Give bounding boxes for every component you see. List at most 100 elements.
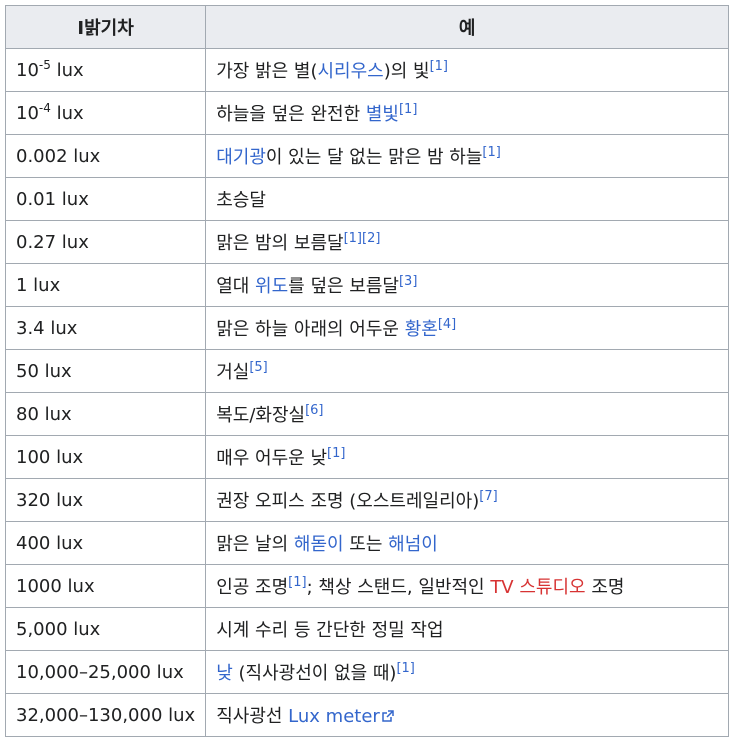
lux-value: 1000 lux (4, 564, 207, 608)
lux-text: 3.4 lux (16, 317, 78, 339)
lux-value: 50 lux (4, 349, 207, 393)
citation-ref: [3] (399, 274, 417, 289)
wiki-link[interactable]: 별빛 (366, 104, 399, 125)
red-link[interactable]: TV 스튜디오 (490, 577, 585, 598)
example-cell: 인공 조명[1]; 책상 스탠드, 일반적인 TV 스튜디오 조명 (205, 564, 729, 608)
citation-ref: [2] (362, 231, 380, 246)
example-cell: 맑은 날의 해돋이 또는 해넘이 (205, 521, 729, 565)
lux-text: 10,000–25,000 lux (16, 661, 184, 683)
example-text: 열대 (216, 276, 256, 297)
example-cell: 가장 밝은 별(시리우스)의 빛[1] (205, 48, 729, 92)
citation-link[interactable]: [1] (327, 446, 345, 461)
lux-text: 400 lux (16, 532, 84, 554)
citation-ref: [1] (396, 661, 414, 676)
example-cell: 시계 수리 등 간단한 정밀 작업 (205, 607, 729, 651)
lux-text: 80 lux (16, 403, 72, 425)
lux-value: 80 lux (4, 392, 207, 436)
table-row: 1 lux 열대 위도를 덮은 보름달[3] (4, 263, 729, 307)
example-cell: 대기광이 있는 달 없는 맑은 밤 하늘[1] (205, 134, 729, 178)
example-cell: 거실[5] (205, 349, 729, 393)
lux-text: 0.27 lux (16, 231, 89, 253)
citation-ref: [1] (288, 575, 306, 590)
lux-unit: lux (50, 102, 84, 124)
example-text: ; 책상 스탠드, 일반적인 (306, 577, 491, 598)
lux-value: 0.01 lux (4, 177, 207, 221)
lux-value: 400 lux (4, 521, 207, 565)
wiki-link[interactable]: 시리우스 (317, 61, 383, 82)
example-cell: 권장 오피스 조명 (오스트레일리아)[7] (205, 478, 729, 522)
table-row: 10-5 lux 가장 밝은 별(시리우스)의 빛[1] (4, 48, 729, 92)
example-text: 또는 (343, 534, 389, 555)
wiki-link[interactable]: 황혼 (405, 319, 438, 340)
table-row: 0.002 lux 대기광이 있는 달 없는 맑은 밤 하늘[1] (4, 134, 729, 178)
example-cell: 낮 (직사광선이 없을 때)[1] (205, 650, 729, 694)
lux-value: 10-4 lux (4, 91, 207, 135)
lux-unit: lux (50, 59, 84, 81)
table-body: 10-5 lux 가장 밝은 별(시리우스)의 빛[1] 10-4 lux 하늘을 덮… (4, 48, 729, 737)
citation-link[interactable]: [4] (438, 317, 456, 332)
lux-value: 5,000 lux (4, 607, 207, 651)
lux-value: 3.4 lux (4, 306, 207, 350)
external-link[interactable]: Lux meter (288, 706, 380, 727)
lux-text: 100 lux (16, 446, 84, 468)
lux-exponent: -4 (38, 100, 51, 115)
lux-text: 5,000 lux (16, 618, 101, 640)
lux-value: 320 lux (4, 478, 207, 522)
wiki-link[interactable]: 낮 (216, 663, 233, 684)
citation-link[interactable]: [5] (249, 360, 267, 375)
wiki-link[interactable]: 해넘이 (388, 534, 438, 555)
table-row: 32,000–130,000 lux 직사광선 Lux meter (4, 693, 729, 737)
example-cell: 복도/화장실[6] (205, 392, 729, 436)
example-text: 조명 (585, 577, 625, 598)
lux-base: 10 (16, 59, 39, 81)
citation-link[interactable]: [6] (305, 403, 323, 418)
example-text: 하늘을 덮은 완전한 (216, 104, 366, 125)
table-row: 400 lux 맑은 날의 해돋이 또는 해넘이 (4, 521, 729, 565)
example-text: 맑은 밤의 보름달 (216, 233, 344, 254)
lux-text: 1000 lux (16, 575, 95, 597)
example-cell: 하늘을 덮은 완전한 별빛[1] (205, 91, 729, 135)
example-cell: 맑은 하늘 아래의 어두운 황혼[4] (205, 306, 729, 350)
header-illuminance: I밝기차 (4, 5, 207, 49)
lux-text: 320 lux (16, 489, 84, 511)
citation-link[interactable]: [1] (288, 575, 306, 590)
citation-link[interactable]: [1] (396, 661, 414, 676)
header-example: 예 (205, 5, 729, 49)
lux-text: 0.002 lux (16, 145, 101, 167)
citation-link[interactable]: [1] (399, 102, 417, 117)
example-text: 이 있는 달 없는 맑은 밤 하늘 (265, 147, 483, 168)
lux-text: 1 lux (16, 274, 61, 296)
example-text: 시계 수리 등 간단한 정밀 작업 (216, 620, 444, 641)
example-text: 권장 오피스 조명 (오스트레일리아) (216, 491, 480, 512)
citation-link[interactable]: [2] (362, 231, 380, 246)
citation-ref: [7] (479, 489, 497, 504)
wiki-link[interactable]: 위도 (255, 276, 288, 297)
citation-ref: [1] (430, 59, 448, 74)
illuminance-table: I밝기차 예 10-5 lux 가장 밝은 별(시리우스)의 빛[1] 10-4 l… (4, 5, 729, 737)
example-cell: 열대 위도를 덮은 보름달[3] (205, 263, 729, 307)
lux-base: 10 (16, 102, 39, 124)
wiki-link[interactable]: 대기광 (216, 147, 266, 168)
table-row: 0.01 lux 초승달 (4, 177, 729, 221)
lux-text: 32,000–130,000 lux (16, 704, 196, 726)
citation-link[interactable]: [3] (399, 274, 417, 289)
header-row: I밝기차 예 (4, 5, 729, 49)
lux-value: 100 lux (4, 435, 207, 479)
citation-ref: [1] (482, 145, 500, 160)
external-link-icon[interactable] (382, 710, 394, 722)
citation-link[interactable]: [1] (430, 59, 448, 74)
citation-link[interactable]: [1] (482, 145, 500, 160)
citation-link[interactable]: [1] (344, 231, 362, 246)
citation-ref: [1] (327, 446, 345, 461)
lux-value: 0.002 lux (4, 134, 207, 178)
lux-value: 32,000–130,000 lux (4, 693, 207, 737)
table-row: 10,000–25,000 lux 낮 (직사광선이 없을 때)[1] (4, 650, 729, 694)
example-text: )의 빛 (383, 61, 430, 82)
lux-text: 0.01 lux (16, 188, 89, 210)
citation-link[interactable]: [7] (479, 489, 497, 504)
citation-ref: [4] (438, 317, 456, 332)
lux-value: 0.27 lux (4, 220, 207, 264)
table-row: 3.4 lux 맑은 하늘 아래의 어두운 황혼[4] (4, 306, 729, 350)
lux-exponent: -5 (38, 57, 51, 72)
wiki-link[interactable]: 해돋이 (294, 534, 344, 555)
